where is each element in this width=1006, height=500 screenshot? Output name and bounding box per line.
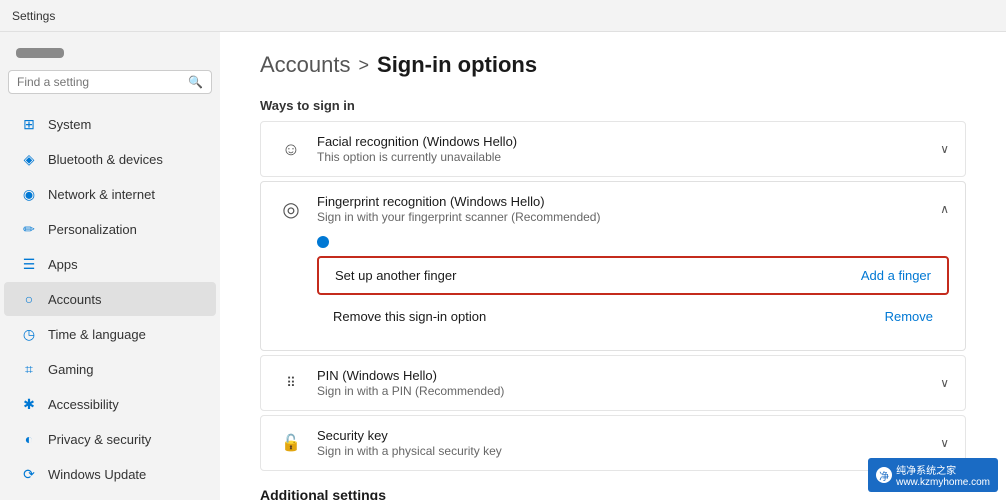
- fingerprint-title: Fingerprint recognition (Windows Hello): [317, 194, 600, 209]
- sidebar-label-accounts: Accounts: [48, 292, 101, 307]
- security-key-left: 🔓 Security key Sign in with a physical s…: [277, 428, 502, 458]
- sidebar: 🔍 ⊞ System ◈ Bluetooth & devices ◉ Netwo…: [0, 32, 220, 500]
- sidebar-item-time[interactable]: ◷ Time & language: [4, 317, 216, 351]
- security-key-title: Security key: [317, 428, 502, 443]
- title-bar-text: Settings: [12, 9, 55, 23]
- facial-recognition-header[interactable]: ☺ Facial recognition (Windows Hello) Thi…: [261, 122, 965, 176]
- sidebar-item-accounts[interactable]: ○ Accounts: [4, 282, 216, 316]
- sidebar-item-gaming[interactable]: ⌗ Gaming: [4, 352, 216, 386]
- sidebar-item-apps[interactable]: ☰ Apps: [4, 247, 216, 281]
- pin-chevron: ∨: [940, 376, 949, 390]
- sidebar-item-accessibility[interactable]: ✱ Accessibility: [4, 387, 216, 421]
- sidebar-label-gaming: Gaming: [48, 362, 94, 377]
- sidebar-item-bluetooth[interactable]: ◈ Bluetooth & devices: [4, 142, 216, 176]
- fingerprint-dot: [317, 236, 329, 248]
- ways-to-sign-in-title: Ways to sign in: [260, 98, 966, 113]
- fingerprint-chevron: ∧: [940, 202, 949, 216]
- privacy-icon: ◐: [20, 430, 38, 448]
- title-bar: Settings: [0, 0, 1006, 32]
- sidebar-item-network[interactable]: ◉ Network & internet: [4, 177, 216, 211]
- avatar: [16, 48, 64, 58]
- remove-sign-in-text: Remove this sign-in option: [333, 309, 486, 324]
- pin-title: PIN (Windows Hello): [317, 368, 504, 383]
- fingerprint-header[interactable]: ◎ Fingerprint recognition (Windows Hello…: [261, 182, 965, 236]
- setup-another-finger-text: Set up another finger: [335, 268, 456, 283]
- fingerprint-icon: ◎: [277, 195, 305, 223]
- sidebar-item-privacy[interactable]: ◐ Privacy & security: [4, 422, 216, 456]
- sidebar-item-system[interactable]: ⊞ System: [4, 107, 216, 141]
- search-box[interactable]: 🔍: [8, 70, 212, 94]
- facial-chevron: ∨: [940, 142, 949, 156]
- main-container: 🔍 ⊞ System ◈ Bluetooth & devices ◉ Netwo…: [0, 32, 1006, 500]
- search-input[interactable]: [17, 75, 188, 89]
- facial-icon: ☺: [277, 135, 305, 163]
- apps-icon: ☰: [20, 255, 38, 273]
- security-key-text: Security key Sign in with a physical sec…: [317, 428, 502, 458]
- security-key-header[interactable]: 🔓 Security key Sign in with a physical s…: [261, 416, 965, 470]
- pin-icon: ⠿: [277, 369, 305, 397]
- sidebar-label-accessibility: Accessibility: [48, 397, 119, 412]
- security-key-chevron: ∨: [940, 436, 949, 450]
- watermark-icon: 净: [876, 467, 892, 483]
- watermark: 净 纯净系统之家 www.kzmyhome.com: [868, 458, 998, 492]
- network-icon: ◉: [20, 185, 38, 203]
- pin-card: ⠿ PIN (Windows Hello) Sign in with a PIN…: [260, 355, 966, 411]
- sidebar-label-bluetooth: Bluetooth & devices: [48, 152, 163, 167]
- additional-settings-section: Additional settings For improved securit…: [260, 487, 966, 500]
- personalization-icon: ✏: [20, 220, 38, 238]
- facial-option-left: ☺ Facial recognition (Windows Hello) Thi…: [277, 134, 517, 164]
- sidebar-label-personalization: Personalization: [48, 222, 137, 237]
- sidebar-item-personalization[interactable]: ✏ Personalization: [4, 212, 216, 246]
- sidebar-label-time: Time & language: [48, 327, 146, 342]
- accessibility-icon: ✱: [20, 395, 38, 413]
- remove-button[interactable]: Remove: [885, 309, 933, 324]
- breadcrumb-parent[interactable]: Accounts: [260, 52, 351, 78]
- sidebar-label-windows-update: Windows Update: [48, 467, 146, 482]
- pin-text: PIN (Windows Hello) Sign in with a PIN (…: [317, 368, 504, 398]
- sidebar-label-privacy: Privacy & security: [48, 432, 151, 447]
- fingerprint-body: Set up another finger Add a finger Remov…: [261, 236, 965, 350]
- search-icon: 🔍: [188, 75, 203, 89]
- accounts-icon: ○: [20, 290, 38, 308]
- fingerprint-option-left: ◎ Fingerprint recognition (Windows Hello…: [277, 194, 600, 224]
- time-icon: ◷: [20, 325, 38, 343]
- content-area: Accounts > Sign-in options Ways to sign …: [220, 32, 1006, 500]
- sidebar-label-system: System: [48, 117, 91, 132]
- sidebar-label-apps: Apps: [48, 257, 78, 272]
- additional-settings-title: Additional settings: [260, 487, 966, 500]
- sidebar-label-network: Network & internet: [48, 187, 155, 202]
- gaming-icon: ⌗: [20, 360, 38, 378]
- breadcrumb-current: Sign-in options: [377, 52, 537, 78]
- watermark-text: 纯净系统之家 www.kzmyhome.com: [896, 462, 990, 488]
- system-icon: ⊞: [20, 115, 38, 133]
- pin-header[interactable]: ⠿ PIN (Windows Hello) Sign in with a PIN…: [261, 356, 965, 410]
- add-a-finger-button[interactable]: Add a finger: [861, 268, 931, 283]
- windows-update-icon: ⟳: [20, 465, 38, 483]
- bluetooth-icon: ◈: [20, 150, 38, 168]
- nav-list: ⊞ System ◈ Bluetooth & devices ◉ Network…: [0, 106, 220, 492]
- breadcrumb: Accounts > Sign-in options: [260, 52, 966, 78]
- setup-another-finger-row[interactable]: Set up another finger Add a finger: [317, 256, 949, 295]
- fingerprint-card: ◎ Fingerprint recognition (Windows Hello…: [260, 181, 966, 351]
- sidebar-item-windows-update[interactable]: ⟳ Windows Update: [4, 457, 216, 491]
- remove-sign-in-row: Remove this sign-in option Remove: [317, 299, 949, 334]
- pin-option-left: ⠿ PIN (Windows Hello) Sign in with a PIN…: [277, 368, 504, 398]
- facial-text: Facial recognition (Windows Hello) This …: [317, 134, 517, 164]
- security-key-icon: 🔓: [277, 429, 305, 457]
- fingerprint-text: Fingerprint recognition (Windows Hello) …: [317, 194, 600, 224]
- facial-subtitle: This option is currently unavailable: [317, 150, 517, 164]
- pin-subtitle: Sign in with a PIN (Recommended): [317, 384, 504, 398]
- facial-recognition-card: ☺ Facial recognition (Windows Hello) Thi…: [260, 121, 966, 177]
- sign-in-section: Ways to sign in ☺ Facial recognition (Wi…: [260, 98, 966, 471]
- fingerprint-subtitle: Sign in with your fingerprint scanner (R…: [317, 210, 600, 224]
- security-key-card: 🔓 Security key Sign in with a physical s…: [260, 415, 966, 471]
- security-key-subtitle: Sign in with a physical security key: [317, 444, 502, 458]
- facial-title: Facial recognition (Windows Hello): [317, 134, 517, 149]
- breadcrumb-separator: >: [359, 55, 370, 76]
